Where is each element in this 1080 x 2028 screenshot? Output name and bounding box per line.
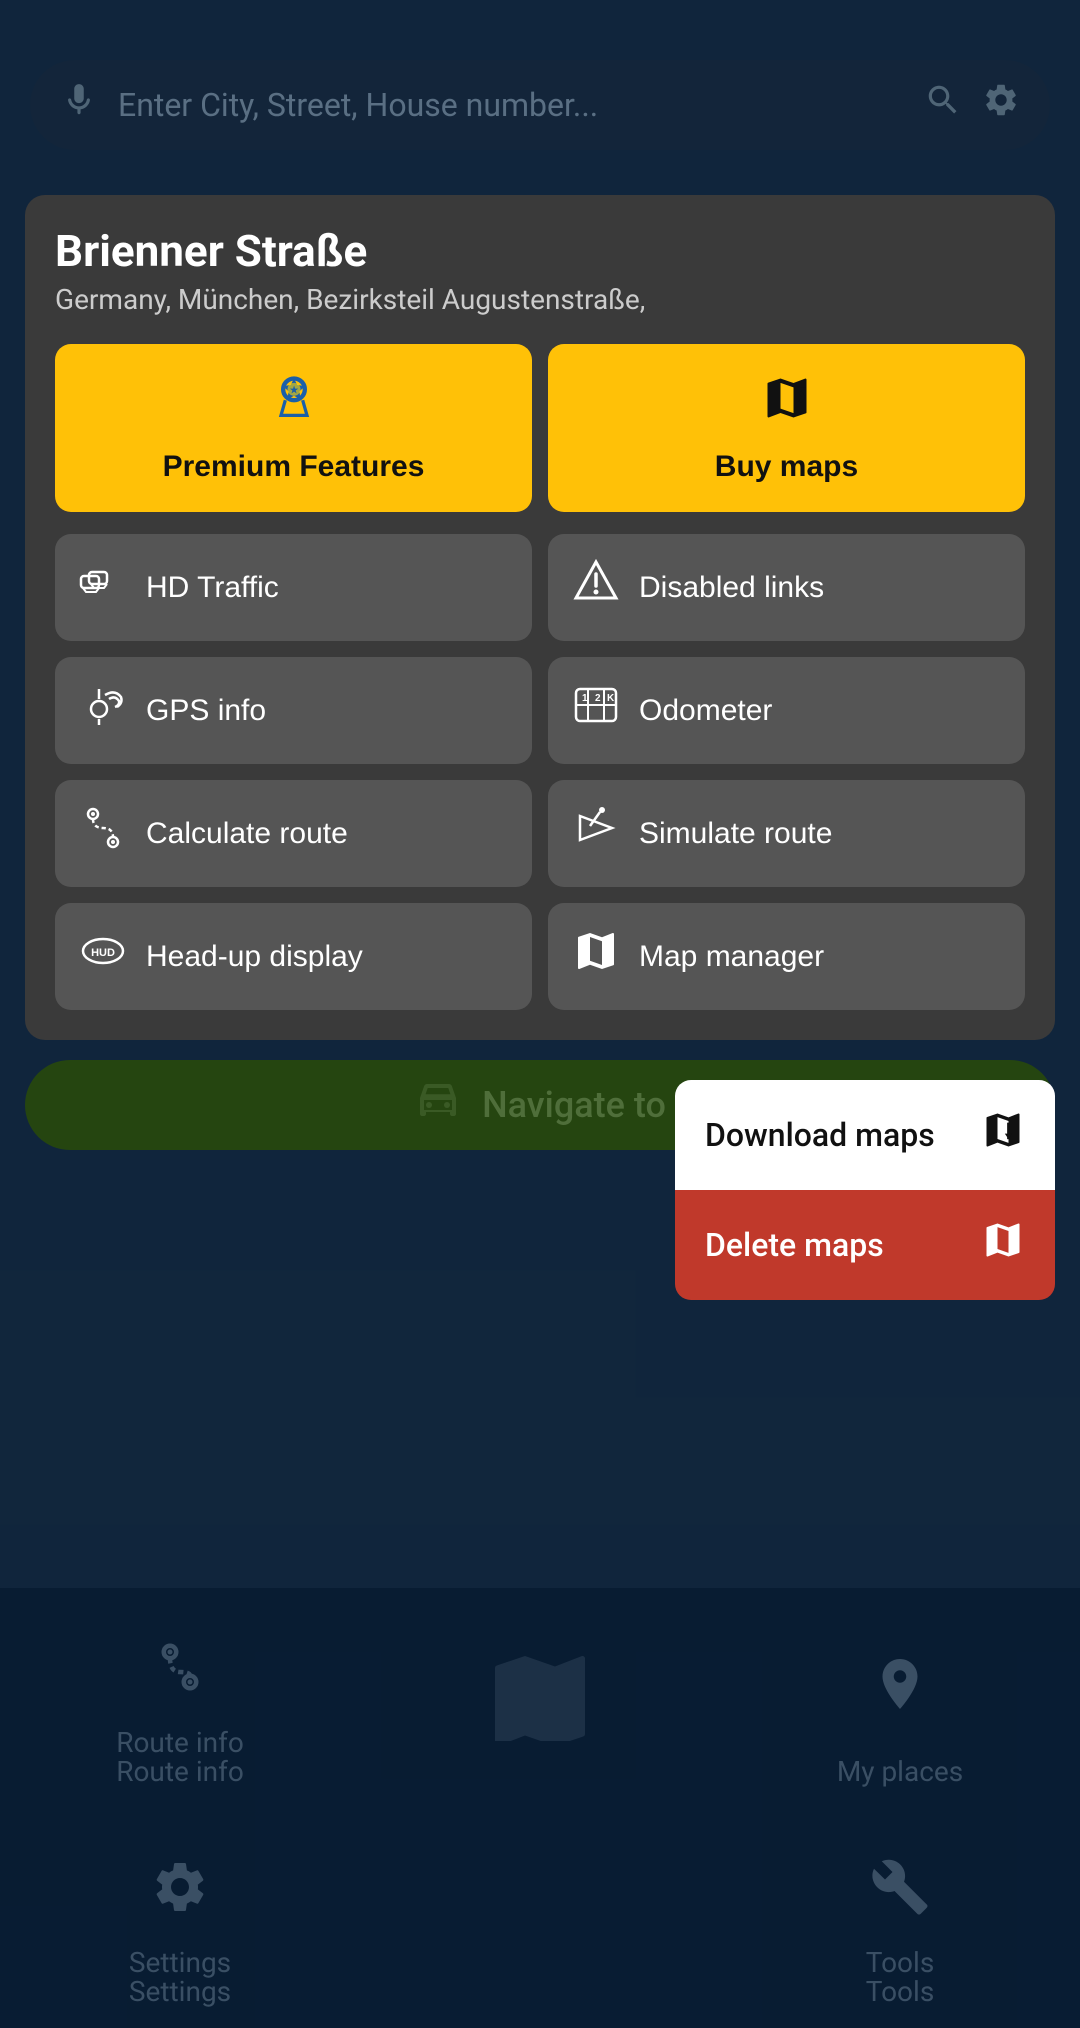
yellow-buttons-row: ★ Premium Features Buy maps (55, 344, 1025, 512)
route-info-icon (150, 1637, 210, 1712)
nav-map-center-bottom (360, 1808, 720, 2028)
search-input-placeholder[interactable]: Enter City, Street, House number... (118, 86, 904, 124)
buy-maps-icon (761, 372, 813, 436)
main-panel: Brienner Straße Germany, München, Bezirk… (25, 195, 1055, 1040)
location-subtitle: Germany, München, Bezirksteil Augustenst… (55, 283, 1025, 316)
tools-icon (870, 1857, 930, 1932)
map-center-top-icon (480, 1641, 600, 1756)
bottom-nav: Route info Settings (0, 1588, 1080, 2028)
gps-info-icon (75, 681, 130, 740)
nav-map-center-top (360, 1588, 720, 1808)
nav-my-places[interactable] (720, 1588, 1080, 1808)
map-manager-label: Map manager (639, 940, 824, 974)
navigate-car-icon (414, 1076, 462, 1135)
microphone-icon[interactable] (60, 81, 98, 129)
svg-text:K: K (607, 693, 615, 704)
hd-traffic-label: HD Traffic (146, 571, 279, 605)
settings-nav-label: Settings (129, 1946, 231, 1979)
settings-nav-icon (150, 1857, 210, 1932)
location-title: Brienner Straße (55, 225, 1025, 277)
tools-label: Tools (866, 1946, 935, 1979)
nav-settings[interactable]: Settings (0, 1808, 360, 2028)
premium-features-label: Premium Features (163, 450, 425, 484)
odometer-button[interactable]: 1 2 K Odometer (548, 657, 1025, 764)
svg-text:1: 1 (582, 693, 588, 704)
simulate-route-button[interactable]: Simulate route (548, 780, 1025, 887)
disabled-links-button[interactable]: Disabled links (548, 534, 1025, 641)
simulate-route-label: Simulate route (639, 817, 832, 851)
odometer-label: Odometer (639, 694, 772, 728)
hd-traffic-icon (75, 558, 130, 617)
map-manager-button[interactable]: Map manager (548, 903, 1025, 1010)
settings-icon[interactable] (982, 81, 1020, 129)
head-up-display-label: Head-up display (146, 940, 363, 974)
svg-text:★: ★ (289, 385, 299, 397)
delete-maps-button[interactable]: Delete maps (675, 1190, 1055, 1300)
buy-maps-label: Buy maps (715, 450, 858, 484)
map-manager-icon (568, 927, 623, 986)
delete-maps-icon (981, 1218, 1025, 1272)
navigate-label: Navigate to (482, 1084, 666, 1126)
download-maps-icon (981, 1108, 1025, 1162)
premium-features-button[interactable]: ★ Premium Features (55, 344, 532, 512)
simulate-route-icon (568, 804, 623, 863)
gps-info-button[interactable]: GPS info (55, 657, 532, 764)
svg-text:2: 2 (595, 693, 601, 704)
calculate-route-button[interactable]: Calculate route (55, 780, 532, 887)
calculate-route-label: Calculate route (146, 817, 348, 851)
disabled-links-label: Disabled links (639, 571, 824, 605)
buy-maps-button[interactable]: Buy maps (548, 344, 1025, 512)
search-bar: Enter City, Street, House number... (30, 60, 1050, 150)
download-maps-text: Download maps (705, 1116, 935, 1154)
head-up-display-icon: HUD (75, 927, 130, 986)
dropdown-popup: Download maps Delete maps (675, 1080, 1055, 1300)
route-info-label: Route info (116, 1726, 244, 1759)
disabled-links-icon (568, 558, 623, 617)
calculate-route-icon (75, 804, 130, 863)
odometer-icon: 1 2 K (568, 681, 623, 740)
gps-info-label: GPS info (146, 694, 266, 728)
search-icon[interactable] (924, 81, 962, 129)
premium-icon: ★ (268, 372, 320, 436)
svg-text:HUD: HUD (91, 947, 115, 959)
nav-tools[interactable]: Tools (720, 1808, 1080, 2028)
head-up-display-button[interactable]: HUD Head-up display (55, 903, 532, 1010)
my-places-icon (870, 1654, 930, 1729)
download-maps-button[interactable]: Download maps (675, 1080, 1055, 1190)
grid-buttons: HD Traffic Disabled links (55, 534, 1025, 1010)
hd-traffic-button[interactable]: HD Traffic (55, 534, 532, 641)
nav-route-info[interactable]: Route info (0, 1588, 360, 1808)
delete-maps-text: Delete maps (705, 1226, 884, 1264)
